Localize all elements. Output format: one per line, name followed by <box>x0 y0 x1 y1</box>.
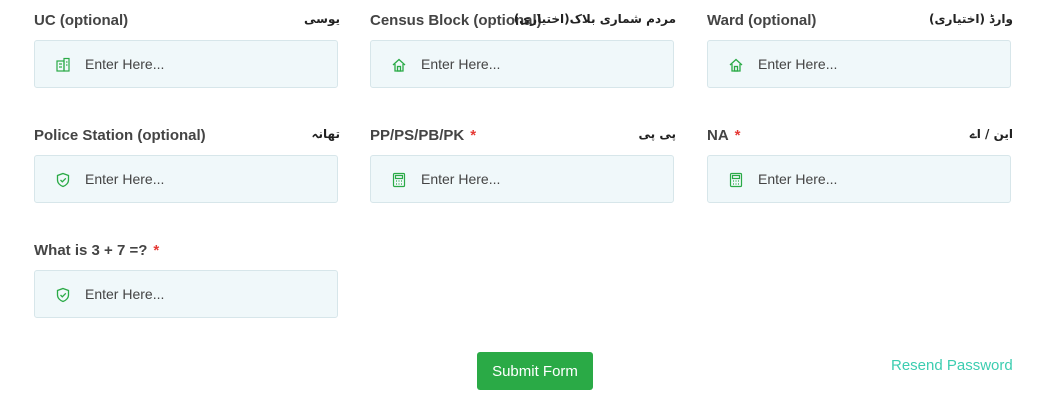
na-input-box[interactable] <box>707 155 1011 203</box>
uc-label: UC (optional) <box>34 12 129 29</box>
ward-label-row: Ward (optional) وارڈ (اختیاری) <box>707 10 1013 32</box>
police-station-input[interactable] <box>85 156 325 202</box>
ward-field: Ward (optional) وارڈ (اختیاری) <box>707 10 1013 88</box>
required-marker: * <box>153 242 160 259</box>
pp-ps-pb-pk-field: PP/PS/PB/PK * پی پی <box>370 125 676 203</box>
uc-input-box[interactable] <box>34 40 338 88</box>
pp-ps-pb-pk-input-box[interactable] <box>370 155 674 203</box>
calculator-icon <box>728 172 744 188</box>
census-block-label-row: Census Block (optional) مردم شماری بلاک(… <box>370 10 676 32</box>
ward-input-box[interactable] <box>707 40 1011 88</box>
building-icon <box>55 57 71 73</box>
census-block-input-box[interactable] <box>370 40 674 88</box>
census-block-input[interactable] <box>421 41 661 87</box>
shield-check-icon <box>55 172 71 188</box>
home-icon <box>728 57 744 73</box>
ward-label: Ward (optional) <box>707 12 817 29</box>
captcha-field: What is 3 + 7 =? * <box>34 240 340 318</box>
police-station-label: Police Station (optional) <box>34 127 206 144</box>
ward-input[interactable] <box>758 41 998 87</box>
census-block-field: Census Block (optional) مردم شماری بلاک(… <box>370 10 676 88</box>
uc-field: UC (optional) یوسی <box>34 10 340 88</box>
home-icon <box>391 57 407 73</box>
captcha-input[interactable] <box>85 271 325 317</box>
pp-ps-pb-pk-label: PP/PS/PB/PK <box>370 127 465 144</box>
pp-ps-pb-pk-label-wrap: PP/PS/PB/PK * <box>370 127 476 144</box>
required-marker: * <box>734 127 741 144</box>
captcha-label: What is 3 + 7 =? <box>34 242 148 259</box>
na-label: NA <box>707 127 729 144</box>
resend-password-link[interactable]: Resend Password <box>891 357 1013 374</box>
na-input[interactable] <box>758 156 998 202</box>
census-block-urdu-label: مردم شماری بلاک(اختیاری) <box>513 12 676 26</box>
police-station-field: Police Station (optional) تھانہ <box>34 125 340 203</box>
pp-ps-pb-pk-label-row: PP/PS/PB/PK * پی پی <box>370 125 676 147</box>
police-station-label-row: Police Station (optional) تھانہ <box>34 125 340 147</box>
ward-urdu-label: وارڈ (اختیاری) <box>929 12 1013 26</box>
submit-form-button[interactable]: Submit Form <box>477 352 593 390</box>
na-label-wrap: NA * <box>707 127 741 144</box>
shield-check-icon <box>55 287 71 303</box>
uc-input[interactable] <box>85 41 325 87</box>
calculator-icon <box>391 172 407 188</box>
pp-ps-pb-pk-input[interactable] <box>421 156 661 202</box>
captcha-label-wrap: What is 3 + 7 =? * <box>34 242 159 259</box>
uc-urdu-label: یوسی <box>304 12 340 26</box>
na-urdu-label: این / اے <box>969 127 1013 141</box>
captcha-label-row: What is 3 + 7 =? * <box>34 240 340 262</box>
uc-label-row: UC (optional) یوسی <box>34 10 340 32</box>
police-station-urdu-label: تھانہ <box>311 127 340 141</box>
police-station-input-box[interactable] <box>34 155 338 203</box>
pp-ps-pb-pk-urdu-label: پی پی <box>638 127 676 141</box>
na-field: NA * این / اے <box>707 125 1013 203</box>
required-marker: * <box>470 127 477 144</box>
captcha-input-box[interactable] <box>34 270 338 318</box>
na-label-row: NA * این / اے <box>707 125 1013 147</box>
